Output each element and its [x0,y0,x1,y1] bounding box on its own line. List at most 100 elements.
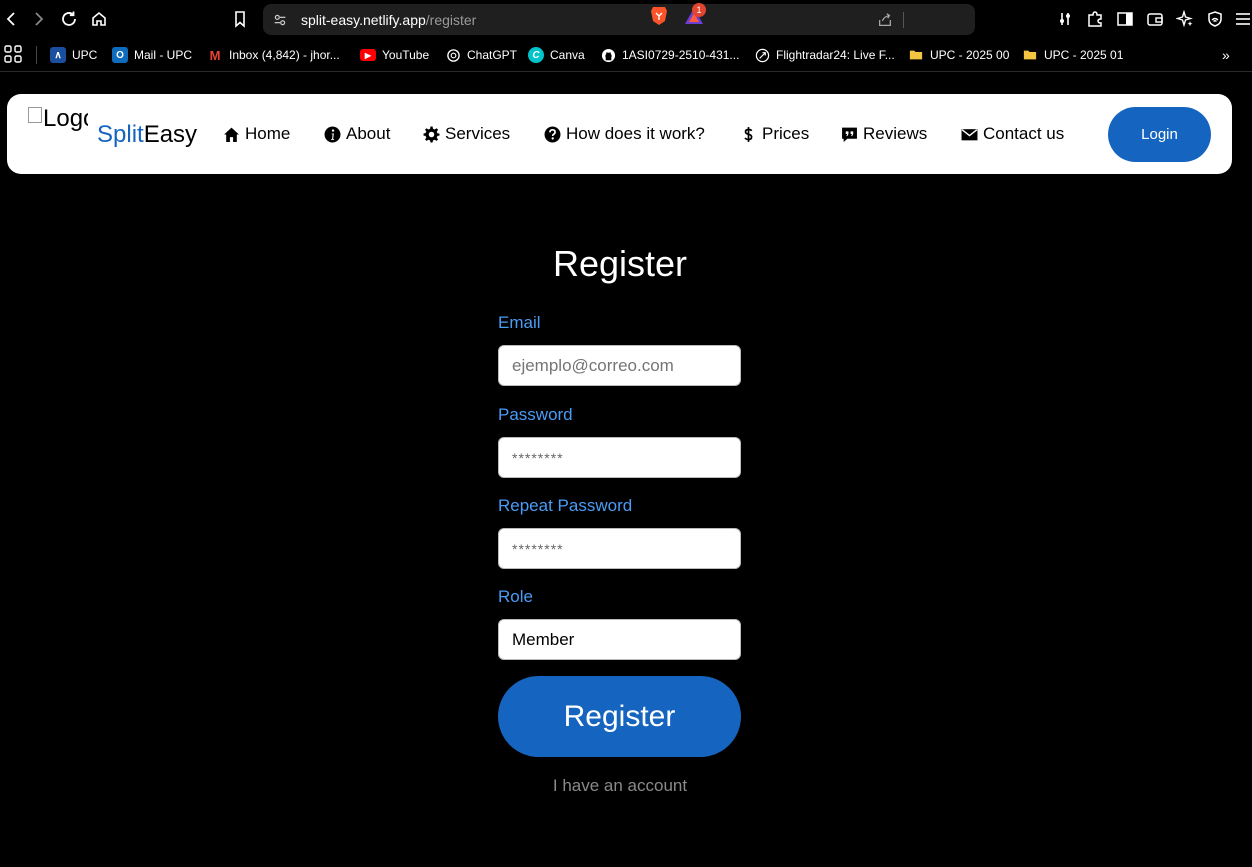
question-icon [544,126,561,142]
nav-contact[interactable]: Contact us [961,123,1064,145]
url-separator [903,12,904,28]
bookmark-label: ChatGPT [467,48,518,62]
site-header: Logo SplitEasy Home About Services How d… [7,94,1232,174]
more-bookmarks-button[interactable]: » [1222,47,1230,63]
bookmark-canva[interactable]: C Canva [528,46,585,64]
bookmark-github[interactable]: 1ASI0729-2510-431... [600,46,739,64]
info-icon [324,126,341,142]
page-title: Register [552,243,688,284]
canva-icon: C [528,47,544,63]
bookmark-label: UPC - 2025 00 [930,48,1010,62]
bookmark-folder-upc-2025-01[interactable]: UPC - 2025 01 [1022,46,1123,64]
vpn-button[interactable] [1204,8,1226,30]
nav-about[interactable]: About [324,123,390,145]
bookmark-label: UPC - 2025 01 [1044,48,1124,62]
youtube-icon: ▶ [360,49,376,61]
bookmark-mail-upc[interactable]: O Mail - UPC [112,46,192,64]
browser-toolbar: split-easy.netlify.app/register 1 [0,0,1252,38]
brave-lion-icon [651,7,667,25]
nav-how-it-works[interactable]: How does it work? [544,123,705,145]
envelope-icon [961,128,978,140]
nav-label: Contact us [983,124,1065,143]
sparkle-icon [1176,10,1193,28]
email-field[interactable]: ejemplo@correo.com [498,345,741,386]
brand-easy: Easy [143,121,198,148]
outlook-icon: O [112,47,128,63]
role-select[interactable]: Member [498,619,741,660]
login-button[interactable]: Login [1108,107,1211,162]
apps-grid-icon[interactable] [4,45,22,63]
home-button[interactable] [88,8,110,30]
address-bar[interactable]: split-easy.netlify.app/register [263,4,975,35]
bookmark-icon [235,11,245,28]
url-path: /register [425,12,477,28]
nav-label: How does it work? [566,124,705,143]
nav-home[interactable]: Home [223,123,290,145]
bookmark-label: Flightradar24: Live F... [776,48,895,62]
chevron-left-icon [6,12,15,26]
bookmark-upc[interactable]: ∧ UPC [50,46,97,64]
have-account-link[interactable]: I have an account [0,776,1240,796]
brave-shields-button[interactable] [649,5,669,26]
email-label: Email [498,313,541,332]
nav-label: Prices [762,124,810,143]
folder-icon [908,47,924,63]
shield-icon [1208,11,1222,27]
share-button[interactable] [875,10,895,30]
bookmark-youtube[interactable]: ▶ YouTube [360,46,429,64]
sidebar-button[interactable] [1114,8,1136,30]
brand-name[interactable]: SplitEasy [97,121,197,149]
wallet-button[interactable] [1144,8,1166,30]
bookmark-label: Mail - UPC [134,48,193,62]
leo-ai-button[interactable] [1174,8,1196,30]
back-button[interactable] [0,8,22,30]
page-content: Logo SplitEasy Home About Services How d… [0,73,1252,867]
bookmark-label: YouTube [382,48,430,62]
nav-label: Home [245,124,291,143]
bookmark-chatgpt[interactable]: ChatGPT [445,46,517,64]
logo-image[interactable]: Logo [28,105,88,139]
share-icon [879,13,891,26]
quote-icon [842,127,857,142]
home-icon [224,127,239,142]
bookmarks-bar: ∧ UPC O Mail - UPC M Inbox (4,842) - jhor..… [0,38,1252,72]
nav-label: About [346,124,391,143]
github-icon [600,47,616,63]
rewards-badge: 1 [692,3,706,17]
extensions-tune-button[interactable] [1054,8,1076,30]
bookmark-folder-upc-2025-00[interactable]: UPC - 2025 00 [908,46,1009,64]
gear-icon [423,126,440,142]
reload-icon [62,11,76,26]
bookmark-gmail[interactable]: M Inbox (4,842) - jhor... [207,46,340,64]
bookmark-label: Inbox (4,842) - jhor... [229,48,340,62]
bookmark-label: UPC [72,48,98,62]
wallet-icon [1147,13,1163,26]
logo-alt-text: Logo [43,105,88,132]
password-label: Password [498,405,573,424]
folder-icon [1022,47,1038,63]
nav-reviews[interactable]: Reviews [841,123,927,145]
repeat-password-field[interactable]: ******** [498,528,741,569]
broken-image-icon [28,107,42,123]
nav-label: Services [445,124,511,143]
register-button[interactable]: Register [498,676,741,757]
url-text: split-easy.netlify.app/register [301,12,476,28]
sidebar-icon [1117,12,1133,26]
sliders-icon [1060,13,1070,25]
chevron-right-icon [35,12,44,26]
nav-prices[interactable]: Prices [740,123,809,145]
menu-button[interactable] [1232,8,1252,30]
chatgpt-icon [445,47,461,63]
bookmark-flightradar[interactable]: Flightradar24: Live F... [754,46,895,64]
nav-services[interactable]: Services [423,123,510,145]
forward-button[interactable] [28,8,50,30]
bookmark-label: 1ASI0729-2510-431... [622,48,740,62]
repeat-password-label: Repeat Password [498,496,633,515]
reload-button[interactable] [58,8,80,30]
password-field[interactable]: ******** [498,437,741,478]
browser-home-icon [92,11,106,26]
hamburger-icon [1236,13,1250,25]
extensions-button[interactable] [1084,8,1106,30]
bookmark-page-button[interactable] [229,8,251,30]
site-settings-icon[interactable] [271,11,289,29]
